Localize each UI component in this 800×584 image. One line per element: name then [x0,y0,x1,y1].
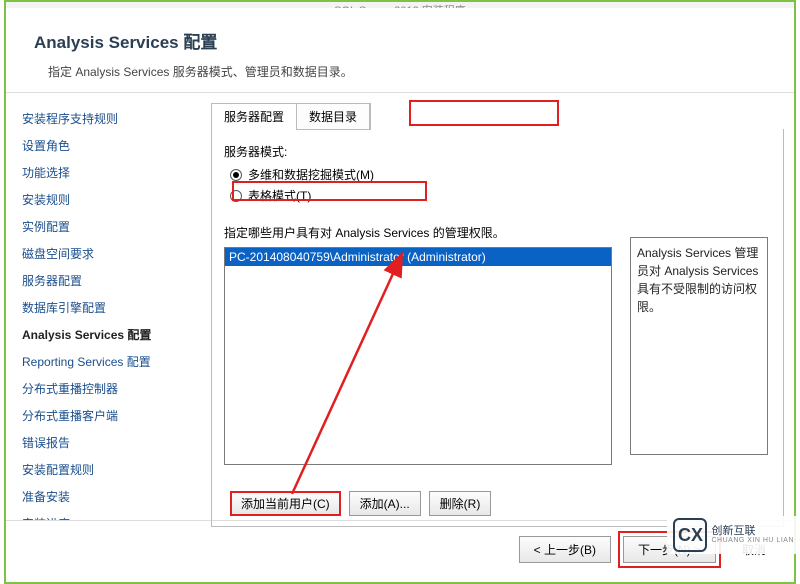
next-button[interactable]: 下一步(N) > [623,536,716,563]
sidebar-item-error-report[interactable]: 错误报告 [22,429,195,456]
body: 安装程序支持规则 设置角色 功能选择 安装规则 实例配置 磁盘空间要求 服务器配… [6,93,794,521]
add-current-user-button[interactable]: 添加当前用户(C) [230,491,341,516]
sidebar: 安装程序支持规则 设置角色 功能选择 安装规则 实例配置 磁盘空间要求 服务器配… [6,93,201,520]
sidebar-item-reporting-services[interactable]: Reporting Services 配置 [22,348,195,375]
page-title: Analysis Services 配置 [34,28,766,53]
admin-list[interactable]: PC-201408040759\Administrator (Administr… [224,247,612,465]
sidebar-item-replay-controller[interactable]: 分布式重播控制器 [22,375,195,402]
sidebar-item-replay-client[interactable]: 分布式重播客户端 [22,402,195,429]
sidebar-item-install-rules2[interactable]: 安装规则 [22,186,195,213]
tab-panel: 服务器模式: 多维和数据挖掘模式(M) 表格模式(T) 指定哪些用户具有对 An… [211,129,784,527]
sidebar-item-db-engine[interactable]: 数据库引擎配置 [22,294,195,321]
remove-button[interactable]: 删除(R) [429,491,492,516]
sidebar-item-install-progress[interactable]: 安装进度 [22,510,195,520]
sidebar-item-ready-install[interactable]: 准备安装 [22,483,195,510]
content: 服务器配置 数据目录 服务器模式: 多维和数据挖掘模式(M) 表格模式(T) 指… [201,93,794,520]
sidebar-item-setup-role[interactable]: 设置角色 [22,132,195,159]
radio-icon [230,169,242,181]
server-mode-label: 服务器模式: [224,143,771,160]
add-button[interactable]: 添加(A)... [349,491,421,516]
sidebar-item-disk-space[interactable]: 磁盘空间要求 [22,240,195,267]
cancel-button[interactable]: 取消 [728,537,780,562]
sidebar-item-install-rules[interactable]: 安装程序支持规则 [22,105,195,132]
installer-window: SQL Server 2012 安装程序 Analysis Services 配… [4,0,796,584]
sidebar-item-instance-config[interactable]: 实例配置 [22,213,195,240]
header: Analysis Services 配置 指定 Analysis Service… [6,8,794,93]
back-button[interactable]: < 上一步(B) [519,536,611,563]
annotation-tab-highlight [409,100,559,126]
sidebar-item-feature-select[interactable]: 功能选择 [22,159,195,186]
annotation-mode-highlight [232,181,427,201]
sidebar-item-analysis-services[interactable]: Analysis Services 配置 [22,321,195,348]
tab-server-config[interactable]: 服务器配置 [212,104,297,129]
perm-info: Analysis Services 管理员对 Analysis Services… [630,237,768,455]
tabs: 服务器配置 数据目录 [211,103,371,130]
page-subtitle: 指定 Analysis Services 服务器模式、管理员和数据目录。 [34,63,766,80]
footer: < 上一步(B) 下一步(N) > 取消 [6,521,794,577]
tab-data-directory[interactable]: 数据目录 [297,104,370,129]
sidebar-item-server-config[interactable]: 服务器配置 [22,267,195,294]
button-row: 添加当前用户(C) 添加(A)... 删除(R) [230,491,491,516]
sidebar-item-install-config-rules[interactable]: 安装配置规则 [22,456,195,483]
list-item[interactable]: PC-201408040759\Administrator (Administr… [225,248,611,266]
